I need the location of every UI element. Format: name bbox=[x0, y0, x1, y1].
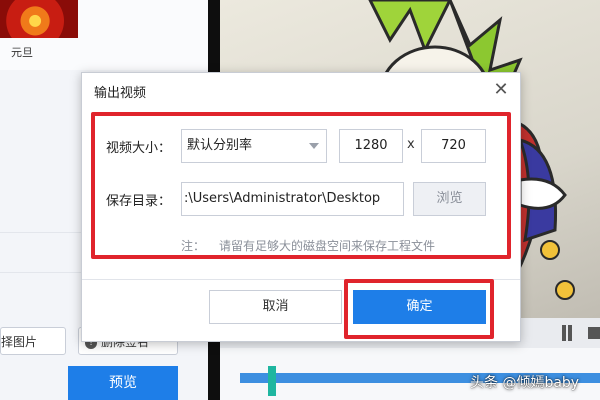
browse-button[interactable]: 浏览 bbox=[413, 182, 486, 216]
video-size-label: 视频大小： bbox=[106, 141, 172, 156]
pause-icon[interactable] bbox=[560, 325, 574, 341]
times-separator: x bbox=[407, 137, 415, 152]
ok-highlight-box bbox=[344, 279, 494, 339]
width-input[interactable]: 1280 bbox=[339, 129, 403, 163]
thumbnail-image[interactable] bbox=[0, 0, 78, 38]
dialog-title: 输出视频 bbox=[94, 86, 147, 101]
save-path-input[interactable]: :\Users\Administrator\Desktop bbox=[181, 182, 404, 216]
save-directory-label: 保存目录： bbox=[106, 194, 172, 209]
export-video-dialog: 输出视频 ✕ 视频大小： 默认分别率 1280 x 720 保存目录： :\Us… bbox=[81, 72, 521, 342]
thumbnail-label: 元旦 bbox=[11, 46, 33, 59]
preview-button[interactable]: 预览 bbox=[68, 366, 178, 400]
select-image-button[interactable]: 选择图片 bbox=[0, 327, 66, 355]
close-icon[interactable]: ✕ bbox=[490, 79, 512, 101]
disk-space-note: 注： 请留有足够大的磁盘空间来保存工程文件 bbox=[181, 237, 435, 254]
note-text: 请留有足够大的磁盘空间来保存工程文件 bbox=[219, 239, 436, 253]
timeline-handle[interactable] bbox=[268, 366, 276, 396]
stop-icon[interactable] bbox=[588, 327, 600, 339]
select-image-label: 选择图片 bbox=[1, 335, 38, 349]
watermark: 头条 @倾嫣baby bbox=[470, 375, 580, 391]
note-prefix: 注： bbox=[181, 239, 206, 253]
height-input[interactable]: 720 bbox=[421, 129, 486, 163]
thumbnail-area: 元旦 bbox=[0, 0, 208, 70]
cancel-button[interactable]: 取消 bbox=[209, 290, 342, 324]
resolution-selected-value: 默认分别率 bbox=[187, 138, 253, 153]
resolution-select[interactable]: 默认分别率 bbox=[181, 129, 327, 163]
dropdown-caret-icon bbox=[309, 143, 319, 149]
